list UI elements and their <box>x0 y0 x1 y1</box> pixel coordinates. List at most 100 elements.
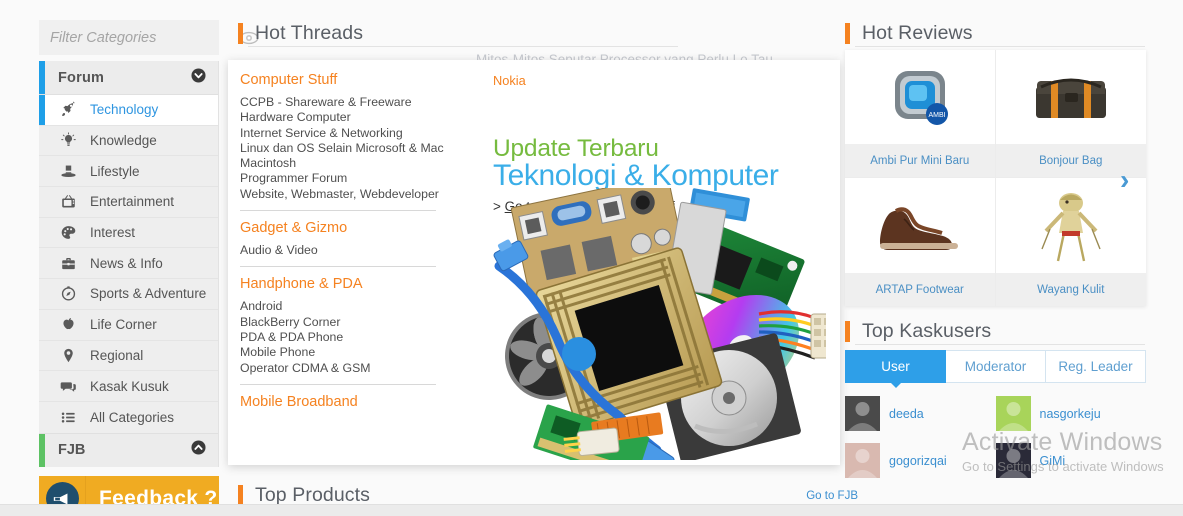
chat-icon <box>58 377 78 395</box>
chevron-right-icon[interactable]: › <box>1120 166 1179 194</box>
category-panel: Forum Technology Knowledge Lifestyle Entert… <box>39 61 219 467</box>
computer-hardware-image <box>491 174 836 465</box>
sidebar-item-kasak-kusuk[interactable]: Kasak Kusuk <box>39 371 218 402</box>
air-freshener-image: AMBI <box>845 50 995 144</box>
sidebar-item-news-info[interactable]: News & Info <box>39 248 218 280</box>
kaskuser-item[interactable]: deeda <box>845 396 996 431</box>
kaskuser-item[interactable]: gogorizqai <box>845 443 996 478</box>
tab-reg-leader[interactable]: Reg. Leader <box>1046 350 1146 383</box>
sidebar-item-technology[interactable]: Technology <box>39 95 218 126</box>
lightbulb-icon <box>58 132 78 150</box>
sidebar-item-label: Life Corner <box>90 317 157 333</box>
apple-icon <box>58 316 78 334</box>
sidebar-item-knowledge[interactable]: Knowledge <box>39 126 218 157</box>
mega-group-title[interactable]: Gadget & Gizmo <box>240 220 455 236</box>
sidebar-item-label: Sports & Adventure <box>90 286 207 302</box>
sidebar-item-sports-adventure[interactable]: Sports & Adventure <box>39 279 218 310</box>
review-card[interactable]: AMBI Ambi Pur Mini Baru <box>845 50 996 178</box>
mega-sub-item[interactable]: Internet Service & Networking <box>240 126 455 141</box>
hot-threads-rule <box>248 46 678 47</box>
filter-categories-box[interactable] <box>39 20 259 55</box>
hot-reviews-accent <box>845 22 850 44</box>
sidebar-item-label: Knowledge <box>90 133 157 149</box>
forum-accent-bar <box>39 61 45 94</box>
left-gutter <box>0 0 39 516</box>
top-kaskusers-list: deeda nasgorkeju gogorizqai GiMi <box>845 396 1146 478</box>
kaskuser-name[interactable]: nasgorkeju <box>1040 407 1101 421</box>
sidebar-item-label: Entertainment <box>90 194 175 210</box>
mega-sub-item[interactable]: Mobile Phone <box>240 345 455 360</box>
hot-reviews-grid: AMBI Ambi Pur Mini Baru Bonjour Bag ARTAP F… <box>845 50 1146 306</box>
category-list: Technology Knowledge Lifestyle Entertainmen… <box>39 95 218 433</box>
go-to-fjb-link[interactable]: Go to FJB <box>806 490 858 502</box>
review-card[interactable]: ARTAP Footwear <box>845 178 996 306</box>
avatar <box>845 396 880 431</box>
mega-sub-item[interactable]: PDA & PDA Phone <box>240 330 455 345</box>
brown-boot-image <box>845 178 995 273</box>
chevron-down-icon[interactable] <box>191 67 206 88</box>
sidebar-item-entertainment[interactable]: Entertainment <box>39 187 218 218</box>
review-card-label: Wayang Kulit <box>995 273 1146 306</box>
kaskuser-name[interactable]: deeda <box>889 407 924 421</box>
sidebar-item-label: All Categories <box>90 409 175 425</box>
mega-sub-item[interactable]: Linux dan OS Selain Microsoft & Mac <box>240 141 455 156</box>
mega-sub-item[interactable]: Website, Webmaster, Webdeveloper <box>240 187 455 202</box>
forum-header[interactable]: Forum <box>39 61 218 95</box>
sidebar-item-label: Technology <box>90 102 159 118</box>
filter-categories-input[interactable] <box>50 29 239 46</box>
mega-link-nokia[interactable]: Nokia <box>493 73 526 88</box>
page-root: Forum Technology Knowledge Lifestyle Entert… <box>0 0 1183 516</box>
top-kaskusers-rule <box>855 344 1145 345</box>
hot-reviews-title: Hot Reviews <box>862 21 973 44</box>
messenger-bag-image <box>995 50 1146 144</box>
review-card-label: ARTAP Footwear <box>845 273 995 306</box>
mega-sub-item[interactable]: Programmer Forum <box>240 171 455 186</box>
bottom-strip <box>0 504 1183 516</box>
fjb-label: FJB <box>58 442 86 459</box>
mega-group-title[interactable]: Handphone & PDA <box>240 276 455 292</box>
sidebar-item-label: Lifestyle <box>90 163 140 179</box>
kaskuser-name[interactable]: GiMi <box>1040 454 1066 468</box>
top-hat-icon <box>58 162 78 180</box>
mega-group-title[interactable]: Mobile Broadband <box>240 394 455 410</box>
sidebar-item-life-corner[interactable]: Life Corner <box>39 310 218 341</box>
sidebar-item-label: Regional <box>90 347 144 363</box>
top-kaskusers-title: Top Kaskusers <box>862 319 992 342</box>
avatar <box>995 396 1031 431</box>
mega-group-title[interactable]: Computer Stuff <box>240 72 455 88</box>
kaskusers-tabs: User Moderator Reg. Leader <box>845 350 1146 388</box>
hot-reviews-header: Hot Reviews <box>845 16 973 50</box>
sidebar-item-interest[interactable]: Interest <box>39 218 218 249</box>
mega-sub-item[interactable]: BlackBerry Corner <box>240 315 455 330</box>
tab-user[interactable]: User <box>845 350 946 388</box>
tab-moderator[interactable]: Moderator <box>946 350 1046 383</box>
mega-sub-item[interactable]: CCPB - Shareware & Freeware <box>240 95 455 110</box>
hot-threads-header: Hot Threads <box>238 16 363 50</box>
review-card[interactable]: Wayang Kulit <box>995 178 1146 306</box>
kaskuser-item[interactable]: nasgorkeju <box>995 396 1147 431</box>
rocket-icon <box>58 101 78 119</box>
kaskuser-name[interactable]: gogorizqai <box>889 454 947 468</box>
active-accent-bar <box>39 95 45 125</box>
mega-sub-item[interactable]: Audio & Video <box>240 243 455 258</box>
sidebar-item-lifestyle[interactable]: Lifestyle <box>39 156 218 188</box>
mega-sub-item[interactable]: Android <box>240 299 455 314</box>
list-icon <box>58 408 78 426</box>
avatar <box>845 443 880 478</box>
kaskuser-item[interactable]: GiMi <box>995 443 1147 478</box>
sidebar-item-regional[interactable]: Regional <box>39 341 218 372</box>
chevron-up-icon[interactable] <box>191 440 206 460</box>
review-card[interactable]: Bonjour Bag <box>995 50 1146 178</box>
svg-text:AMBI: AMBI <box>928 112 945 119</box>
mega-sub-item[interactable]: Operator CDMA & GSM <box>240 361 455 376</box>
compass-icon <box>58 285 78 303</box>
fjb-accent-bar <box>39 433 45 467</box>
mega-sub-item[interactable]: Hardware Computer <box>240 110 455 125</box>
top-kaskusers-accent <box>845 320 850 342</box>
mega-sub-item[interactable]: Macintosh <box>240 156 455 171</box>
map-pin-icon <box>58 346 78 364</box>
briefcase-icon <box>58 254 78 272</box>
sidebar-item-label: Kasak Kusuk <box>90 378 169 394</box>
sidebar-item-all-categories[interactable]: All Categories <box>39 402 218 433</box>
fjb-header[interactable]: FJB <box>39 432 218 467</box>
